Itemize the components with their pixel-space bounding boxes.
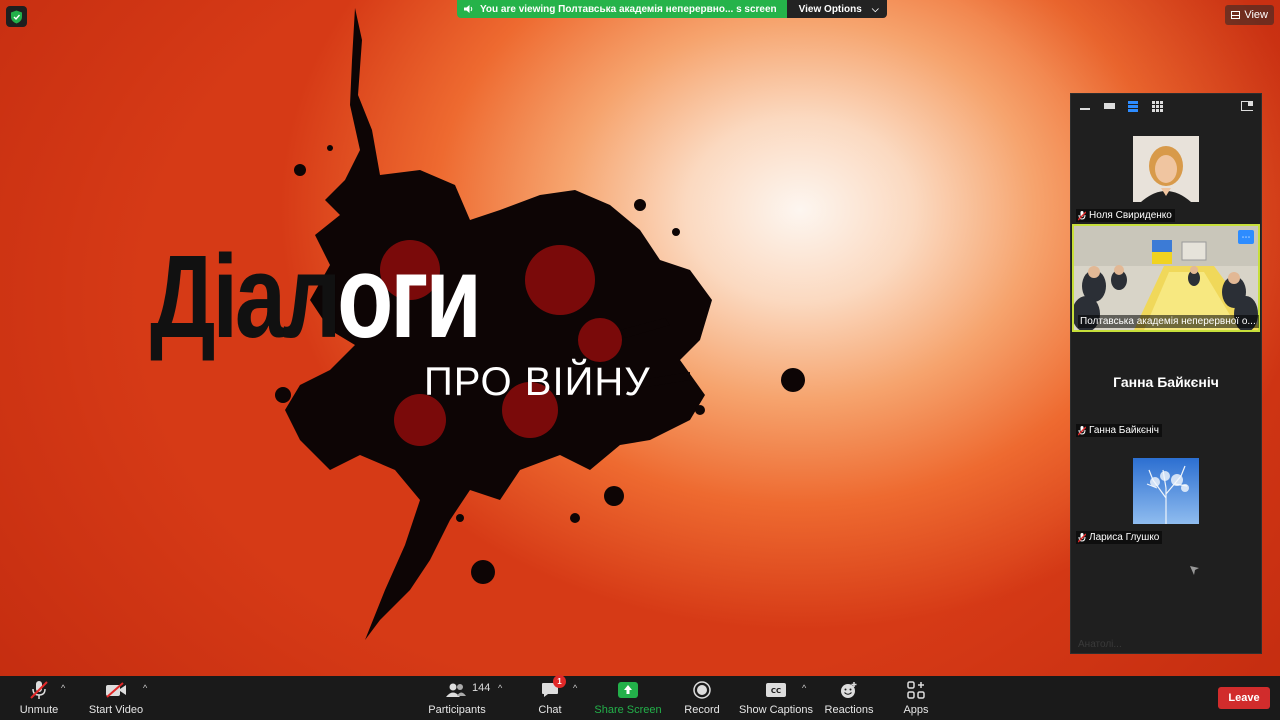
start-video-button[interactable]: Start Video [88, 678, 144, 718]
reactions-label: Reactions [824, 704, 874, 716]
meeting-toolbar: Unmute ^ Start Video ^ 144 Participants … [0, 675, 1280, 720]
participant-name: Анатолі... [1078, 639, 1122, 650]
leave-button[interactable]: Leave [1218, 687, 1270, 709]
slide-subtitle: ПРО ВІЙНУ [424, 360, 651, 404]
participant-tile-active[interactable]: ⋯ Полтавська академія неперервної о... [1072, 224, 1260, 332]
minimize-icon[interactable] [1079, 101, 1091, 111]
mic-muted-icon [30, 681, 48, 699]
participant-name: Полтавська академія неперервної о... [1080, 316, 1256, 327]
participant-name: Ноля Свириденко [1089, 210, 1172, 221]
unmute-button[interactable]: Unmute [18, 678, 60, 718]
participant-display-name: Ганна Байкєніч [1113, 374, 1219, 390]
participant-photo [1133, 136, 1199, 202]
record-icon [693, 681, 711, 699]
view-options-label: View Options [798, 3, 862, 15]
mic-muted-icon [1078, 210, 1086, 221]
speaker-view-icon[interactable] [1103, 101, 1115, 111]
viewing-notice: You are viewing Полтавська академія непе… [457, 0, 787, 18]
slide-title-white-part: оги [337, 231, 482, 363]
participant-photo [1133, 458, 1199, 524]
chat-unread-badge: 1 [553, 675, 566, 688]
participant-name: Ганна Байкєніч [1089, 425, 1159, 436]
slide-title-black-part: Діа [150, 231, 286, 363]
view-layout-label: View [1244, 9, 1268, 21]
reactions-smiley-icon [841, 682, 857, 698]
share-screen-icon [618, 682, 638, 698]
participants-button[interactable]: 144 Participants [428, 678, 490, 718]
show-captions-label: Show Captions [739, 704, 813, 716]
participant-tile[interactable]: Лариса Глушко [1072, 440, 1260, 546]
encryption-shield-icon[interactable] [6, 6, 27, 27]
chat-options-caret-icon[interactable]: ^ [573, 683, 577, 693]
video-off-icon [106, 682, 126, 698]
reactions-button[interactable]: Reactions [825, 678, 873, 718]
speaker-icon [464, 5, 473, 13]
participants-label: Participants [428, 704, 486, 716]
participants-options-caret-icon[interactable]: ^ [498, 683, 502, 693]
slide-title: Діалоги [150, 238, 482, 356]
audio-options-caret-icon[interactable]: ^ [61, 683, 65, 693]
gallery-view-icon[interactable] [1151, 100, 1163, 112]
closed-captions-icon: CC [766, 683, 786, 697]
more-options-icon[interactable]: ⋯ [1238, 230, 1254, 244]
svg-text:CC: CC [771, 687, 781, 695]
participant-name-label: Полтавська академія неперервної о... [1078, 315, 1259, 328]
apps-button[interactable]: Apps [900, 678, 932, 718]
strip-view-icon[interactable] [1127, 100, 1139, 112]
participants-count: 144 [472, 682, 491, 694]
captions-options-caret-icon[interactable]: ^ [802, 683, 806, 693]
record-label: Record [684, 704, 720, 716]
participants-icon [446, 683, 466, 697]
participant-tile[interactable]: Ганна Байкєніч Ганна Байкєніч [1072, 334, 1260, 439]
cursor-arrow-icon [1190, 566, 1199, 575]
participant-name: Лариса Глушко [1089, 532, 1160, 543]
viewing-notice-text: You are viewing Полтавська академія непе… [480, 3, 777, 15]
participant-name-label: Ганна Байкєніч [1076, 424, 1162, 437]
pop-out-icon[interactable] [1241, 101, 1253, 111]
participant-name-label: Ноля Свириденко [1076, 209, 1175, 222]
share-screen-button[interactable]: Share Screen [594, 678, 662, 718]
slide-title-mid-part: л [282, 231, 340, 363]
participant-name-label: Лариса Глушко [1076, 531, 1163, 544]
chevron-down-icon: ⌵ [871, 3, 879, 14]
start-video-label: Start Video [88, 704, 144, 716]
chat-button[interactable]: 1 Chat [532, 675, 568, 718]
unmute-label: Unmute [19, 704, 59, 716]
mic-muted-icon [1078, 532, 1086, 543]
view-layout-button[interactable]: View [1225, 5, 1274, 25]
zoom-meeting-window: Діалоги ПРО ВІЙНУ You are viewing Полтав… [0, 0, 1280, 720]
record-button[interactable]: Record [684, 678, 720, 718]
participant-tile[interactable]: Анатолі... [1072, 546, 1260, 653]
viewing-banner: You are viewing Полтавська академія непе… [457, 0, 887, 18]
share-screen-label: Share Screen [594, 704, 662, 716]
apps-label: Apps [903, 704, 929, 716]
video-options-caret-icon[interactable]: ^ [143, 683, 147, 693]
participant-video-panel: Ноля Свириденко ⋯ Полтавська академія не… [1070, 93, 1262, 654]
apps-icon [907, 681, 925, 699]
chat-label: Chat [538, 704, 562, 716]
mic-muted-icon [1078, 425, 1086, 436]
participant-tile[interactable]: Ноля Свириденко [1072, 132, 1260, 224]
panel-toolbar [1071, 94, 1261, 118]
view-options-button[interactable]: View Options ⌵ [786, 0, 887, 18]
layout-grid-icon [1231, 11, 1241, 19]
